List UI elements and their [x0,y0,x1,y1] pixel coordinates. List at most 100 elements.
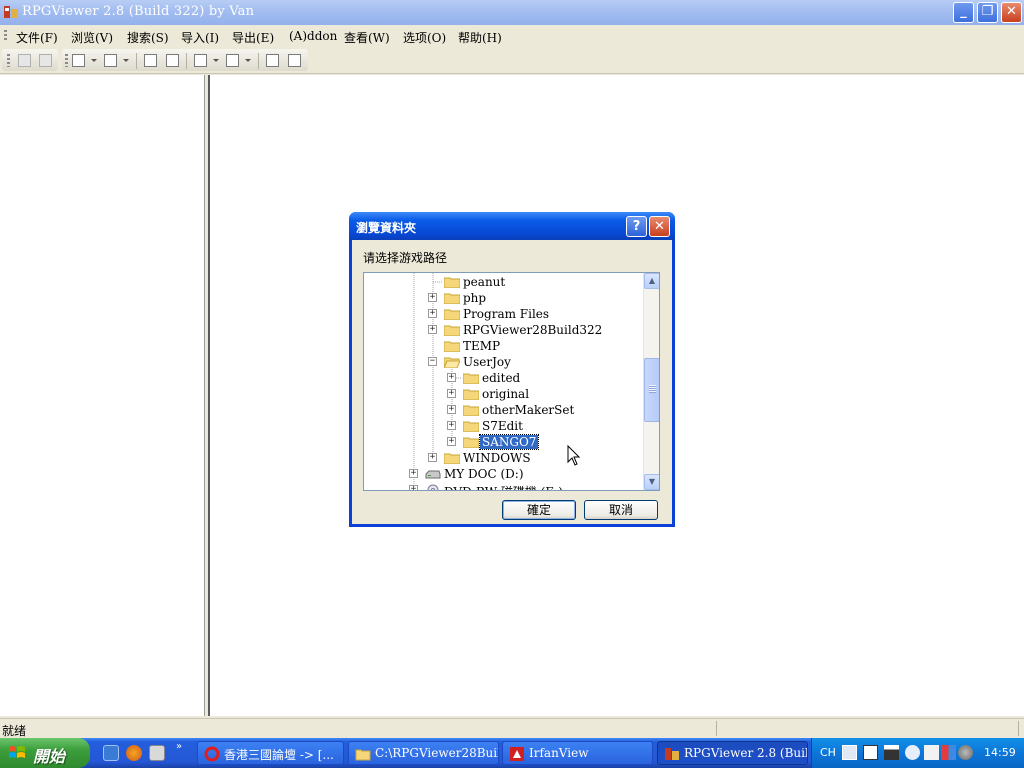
menu-view[interactable]: 查看(W) [344,29,390,46]
folder-icon [463,405,479,416]
tree-item-label: DVD-RW 磁碟機 (E:) [442,483,565,490]
taskbar-task[interactable]: IrfanView [502,741,653,765]
import-icon[interactable] [194,54,207,67]
tree-item-label: UserJoy [463,355,511,369]
toolbar-separator [186,53,187,69]
app-icon [4,6,18,18]
folder-icon [444,341,460,352]
expand-icon[interactable]: + [428,309,437,318]
close-button[interactable]: ✕ [1001,2,1022,23]
menu-export[interactable]: 导出(E) [232,29,274,46]
scroll-down-icon[interactable]: ▼ [644,474,659,490]
cascade-icon[interactable] [144,54,157,67]
menu-import[interactable]: 导入(I) [181,29,219,46]
status-text: 就绪 [2,724,27,738]
firefox-icon[interactable] [126,745,142,761]
tray-expand-icon[interactable] [905,745,920,760]
tree-item-label: Program Files [463,307,550,321]
toolbar-group-file [2,49,58,71]
folder-tree[interactable]: peanut + php + Program Files + RPGViewer… [363,272,660,491]
help-button[interactable]: ? [626,216,647,237]
tree-item-label: php [463,291,487,305]
chevron-down-icon[interactable] [245,59,251,62]
expand-icon[interactable]: + [428,325,437,334]
chevron-down-icon[interactable] [213,59,219,62]
drive-icon [425,470,441,479]
tile-icon[interactable] [166,54,179,67]
help-icon[interactable] [863,745,878,760]
folder-icon [444,453,460,464]
start-button[interactable]: 開始 [0,738,90,768]
restore-button[interactable]: ❐ [977,2,998,23]
taskbar-task[interactable]: 香港三國論壇 -> [... [197,741,344,765]
expand-icon[interactable]: + [428,453,437,462]
window-title: RPGViewer 2.8 (Build 322) by Van [22,4,255,19]
zone-alarm-icon[interactable] [924,745,939,760]
toolbar-grip [7,54,10,67]
forward-icon[interactable] [104,54,117,67]
menu-options[interactable]: 选项(O) [403,29,446,46]
network-icon[interactable] [941,745,956,760]
expand-icon[interactable]: + [447,437,456,446]
scroll-grip-icon [649,385,656,393]
tree-item-label: original [482,387,530,401]
menu-help[interactable]: 帮助(H) [458,29,502,46]
quicklaunch-more-icon[interactable]: » [176,741,182,752]
window2-icon[interactable] [288,54,301,67]
toolbar-group-nav [62,49,308,71]
back-icon[interactable] [72,54,85,67]
ok-button[interactable]: 確定 [502,500,576,520]
tree-scrollbar[interactable]: ▲ ▼ [643,273,659,490]
chevron-down-icon[interactable] [123,59,129,62]
folder-icon [444,309,460,320]
save-icon[interactable] [18,54,31,67]
dialog-body: 请选择游戏路径 peanut + php + Program Files + R… [352,240,672,524]
taskbar-task[interactable]: C:\RPGViewer28Buil... [348,741,499,765]
tree-item-label: otherMakerSet [482,403,575,417]
expand-icon[interactable]: + [428,293,437,302]
window1-icon[interactable] [266,54,279,67]
start-label: 開始 [33,747,66,766]
chevron-down-icon[interactable] [91,59,97,62]
dvd-drive-icon [427,484,439,490]
minimize-button[interactable]: _ [953,2,974,23]
tree-item-label: peanut [463,275,506,289]
ie-icon[interactable] [103,745,119,761]
export-icon[interactable] [226,54,239,67]
clock: 14:59 [984,746,1016,759]
file-tree-pane[interactable] [0,75,205,716]
show-desktop-icon[interactable] [149,745,165,761]
ime-icon[interactable] [884,745,899,760]
task-label: RPGViewer 2.8 (Buil... [684,746,808,760]
dialog-title-bar[interactable]: 瀏覽資料夾 ? ✕ [349,212,675,240]
expand-icon[interactable]: + [447,389,456,398]
expand-icon[interactable]: + [409,485,418,490]
volume-icon[interactable] [958,745,973,760]
taskbar-task-active[interactable]: RPGViewer 2.8 (Buil... [657,741,808,765]
cancel-button[interactable]: 取消 [584,500,658,520]
dialog-prompt: 请选择游戏路径 [363,251,448,265]
menu-browse[interactable]: 浏览(V) [71,29,113,46]
expand-icon[interactable]: + [447,373,456,382]
save-all-icon[interactable] [39,54,52,67]
keyboard-icon[interactable] [842,745,857,760]
menu-addon[interactable]: (A)ddon [289,29,337,43]
system-tray: CH 14:59 [811,738,1024,768]
collapse-icon[interactable]: − [428,357,437,366]
menu-bar: 文件(F) 浏览(V) 搜索(S) 导入(I) 导出(E) (A)ddon 查看… [0,25,1024,47]
dialog-close-button[interactable]: ✕ [649,216,670,237]
rpgviewer-icon [665,748,679,760]
expand-icon[interactable]: + [447,405,456,414]
folder-open-icon [444,357,460,368]
menu-file[interactable]: 文件(F) [16,29,58,46]
expand-icon[interactable]: + [409,469,418,478]
scroll-up-icon[interactable]: ▲ [644,273,659,289]
expand-icon[interactable]: + [447,421,456,430]
title-bar[interactable]: RPGViewer 2.8 (Build 322) by Van _ ❐ ✕ [0,0,1024,25]
status-separator [1018,721,1019,736]
tree-item-label: TEMP [463,339,501,353]
toolbar-separator [258,53,259,69]
language-indicator[interactable]: CH [820,746,836,759]
scroll-thumb[interactable] [644,358,659,422]
menu-search[interactable]: 搜索(S) [127,29,169,46]
